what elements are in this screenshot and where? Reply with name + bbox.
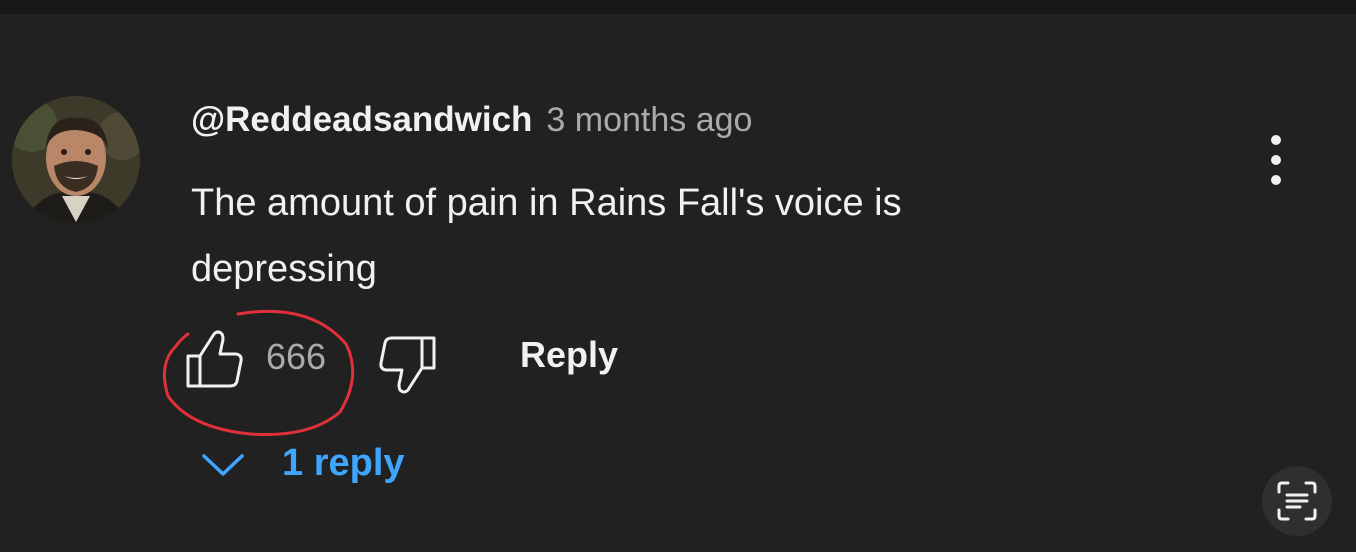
like-count: 666 <box>266 336 327 377</box>
comment-thread: @Reddeadsandwich 3 months ago The amount… <box>0 14 1356 552</box>
thumbs-down-icon <box>379 336 436 394</box>
dislike-button[interactable] <box>376 334 438 396</box>
text-scan-button[interactable] <box>1262 466 1332 536</box>
top-bar <box>0 0 1356 14</box>
replies-count-label: 1 reply <box>282 442 405 484</box>
reply-button[interactable]: Reply <box>520 334 618 376</box>
comment-text-line: depressing <box>191 248 377 290</box>
more-vertical-icon[interactable] <box>1258 132 1294 188</box>
comment-actions: 666 Reply <box>160 304 660 444</box>
view-replies-button[interactable]: 1 reply <box>200 442 405 485</box>
avatar-image <box>12 96 140 224</box>
comment-header: @Reddeadsandwich 3 months ago <box>191 100 752 140</box>
text-scan-icon <box>1277 481 1317 521</box>
comment-text-line: The amount of pain in Rains Fall's voice… <box>191 182 902 224</box>
like-button[interactable] <box>184 328 246 390</box>
chevron-down-icon <box>202 453 244 476</box>
comment-author[interactable]: @Reddeadsandwich <box>191 100 532 140</box>
comment-timestamp[interactable]: 3 months ago <box>546 101 752 140</box>
thumbs-up-icon <box>186 330 243 388</box>
comment-text: The amount of pain in Rains Fall's voice… <box>191 170 1091 302</box>
avatar[interactable] <box>12 96 140 224</box>
